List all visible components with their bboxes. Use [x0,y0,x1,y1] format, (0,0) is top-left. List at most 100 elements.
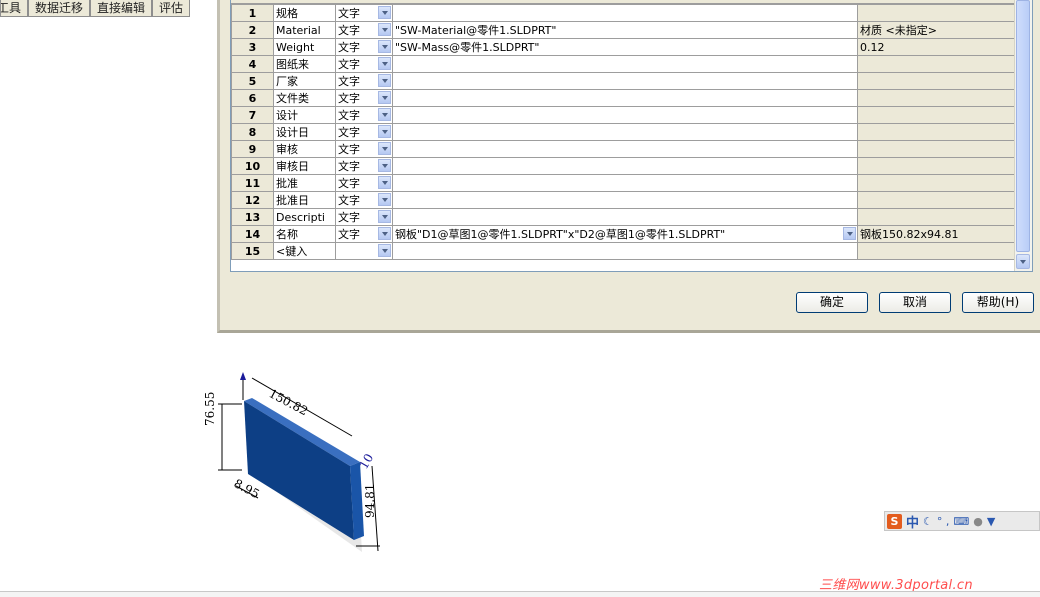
property-name-cell[interactable]: 厂家 [273,72,336,90]
table-row[interactable]: 5 厂家 文字 [231,72,1015,90]
table-row[interactable]: 3 Weight 文字 "SW-Mass@零件1.SLDPRT" 0.12 [231,38,1015,56]
tab-tools[interactable]: 工具 [0,0,28,17]
property-name-cell[interactable]: 审核 [273,140,336,158]
property-name-cell[interactable]: Material [273,21,336,39]
skin-icon[interactable]: ▼ [987,515,995,528]
property-name-cell[interactable]: 设计日 [273,123,336,141]
table-vertical-scrollbar[interactable] [1014,0,1032,271]
property-type-cell[interactable]: 文字 [335,89,393,107]
tab-direct-edit[interactable]: 直接编辑 [90,0,153,17]
cancel-button[interactable]: 取消 [879,292,951,313]
keyboard-icon[interactable]: ⌨ [953,515,969,528]
dropdown-arrow-icon[interactable] [378,244,391,257]
property-name-cell[interactable]: 规格 [273,4,336,22]
scroll-down-icon[interactable] [1016,254,1030,269]
graphics-viewport[interactable]: 150.82 76.55 8.95 94.81 10 [0,336,1040,592]
table-row[interactable]: 14 名称 文字 钢板"D1@草图1@零件1.SLDPRT"x"D2@草图1@零件1.… [231,225,1015,243]
dropdown-arrow-icon[interactable] [378,74,391,87]
property-type-cell[interactable]: 文字 [335,38,393,56]
dropdown-arrow-icon[interactable] [843,227,856,240]
property-type-cell[interactable]: 文字 [335,106,393,124]
property-type-cell[interactable]: 文字 [335,140,393,158]
moon-icon[interactable]: ☾ [923,515,933,528]
table-row[interactable]: 6 文件类 文字 [231,89,1015,107]
ime-symbols[interactable]: ° , [937,515,950,528]
dropdown-arrow-icon[interactable] [378,23,391,36]
property-name-cell[interactable]: 文件类 [273,89,336,107]
property-type-cell[interactable]: 文字 [335,55,393,73]
property-expression-cell[interactable] [392,174,858,192]
property-expression-cell[interactable] [392,242,858,260]
user-icon[interactable]: ● [973,515,983,528]
row-number-text: 4 [248,57,257,71]
dropdown-arrow-icon[interactable] [378,210,391,223]
property-name-cell[interactable]: 图纸来 [273,55,336,73]
property-name-cell[interactable]: 审核日 [273,157,336,175]
table-row[interactable]: 12 批准日 文字 [231,191,1015,209]
property-name-cell[interactable]: 批准日 [273,191,336,209]
property-type-cell[interactable]: 文字 [335,4,393,22]
property-expression-cell[interactable] [392,4,858,22]
property-name-cell[interactable]: Weight [273,38,336,56]
property-expression-cell[interactable] [392,140,858,158]
property-expression-cell[interactable] [392,106,858,124]
table-row[interactable]: 9 审核 文字 [231,140,1015,158]
table-row[interactable]: 10 审核日 文字 [231,157,1015,175]
property-name-cell[interactable]: 批准 [273,174,336,192]
table-row[interactable]: 13 Descripti 文字 [231,208,1015,226]
property-expression-cell[interactable] [392,191,858,209]
ok-button[interactable]: 确定 [796,292,868,313]
property-expression-cell[interactable] [392,157,858,175]
property-name-cell[interactable]: 名称 [273,225,336,243]
dropdown-arrow-icon[interactable] [378,125,391,138]
dropdown-arrow-icon[interactable] [378,142,391,155]
table-row[interactable]: 11 批准 文字 [231,174,1015,192]
property-expression-cell[interactable] [392,123,858,141]
property-name-cell[interactable]: 设计 [273,106,336,124]
property-type-cell[interactable]: 文字 [335,157,393,175]
dropdown-arrow-icon[interactable] [378,6,391,19]
dropdown-arrow-icon[interactable] [378,227,391,240]
dropdown-arrow-icon[interactable] [378,193,391,206]
ime-language-toggle[interactable]: 中 [906,512,919,531]
property-type-cell[interactable]: 文字 [335,191,393,209]
property-expression-cell[interactable]: "SW-Material@零件1.SLDPRT" [392,21,858,39]
table-row[interactable]: 4 图纸来 文字 [231,55,1015,73]
property-type-cell[interactable]: 文字 [335,208,393,226]
property-expression-cell[interactable]: "SW-Mass@零件1.SLDPRT" [392,38,858,56]
property-name-cell[interactable]: Descripti [273,208,336,226]
row-number-text: 1 [248,6,257,20]
ime-toolbar[interactable]: S 中 ☾ ° , ⌨ ● ▼ [884,511,1040,531]
property-expression-cell[interactable] [392,72,858,90]
property-type-cell[interactable]: 文字 [335,123,393,141]
property-type-cell[interactable]: 文字 [335,21,393,39]
property-name-cell[interactable]: <键入 [273,242,336,260]
dropdown-arrow-icon[interactable] [378,108,391,121]
property-expression-cell[interactable] [392,89,858,107]
property-type-cell-text: 文字 [338,211,360,224]
property-type-cell[interactable] [335,242,393,260]
table-row[interactable]: 15 <键入 [231,242,1015,260]
help-button[interactable]: 帮助(H) [962,292,1034,313]
dropdown-arrow-icon[interactable] [378,159,391,172]
sogou-logo-icon[interactable]: S [887,513,902,529]
dropdown-arrow-icon[interactable] [378,57,391,70]
scrollbar-thumb[interactable] [1016,0,1030,252]
dropdown-arrow-icon[interactable] [378,176,391,189]
dropdown-arrow-icon[interactable] [378,40,391,53]
property-type-cell[interactable]: 文字 [335,225,393,243]
property-expression-cell[interactable] [392,55,858,73]
table-row[interactable]: 7 设计 文字 [231,106,1015,124]
dropdown-arrow-icon[interactable] [378,91,391,104]
property-type-cell[interactable]: 文字 [335,174,393,192]
table-row[interactable]: 8 设计日 文字 [231,123,1015,141]
property-type-cell-text: 文字 [338,126,360,139]
property-expression-cell[interactable] [392,208,858,226]
property-expression-cell[interactable]: 钢板"D1@草图1@零件1.SLDPRT"x"D2@草图1@零件1.SLDPRT… [392,225,858,243]
table-row[interactable]: 1 规格 文字 [231,4,1015,22]
table-row[interactable]: 2 Material 文字 "SW-Material@零件1.SLDPRT" 材质 <未… [231,21,1015,39]
property-type-cell[interactable]: 文字 [335,72,393,90]
property-value-cell [857,55,1015,73]
tab-data-migration[interactable]: 数据迁移 [28,0,91,17]
tab-evaluate[interactable]: 评估 [152,0,191,17]
